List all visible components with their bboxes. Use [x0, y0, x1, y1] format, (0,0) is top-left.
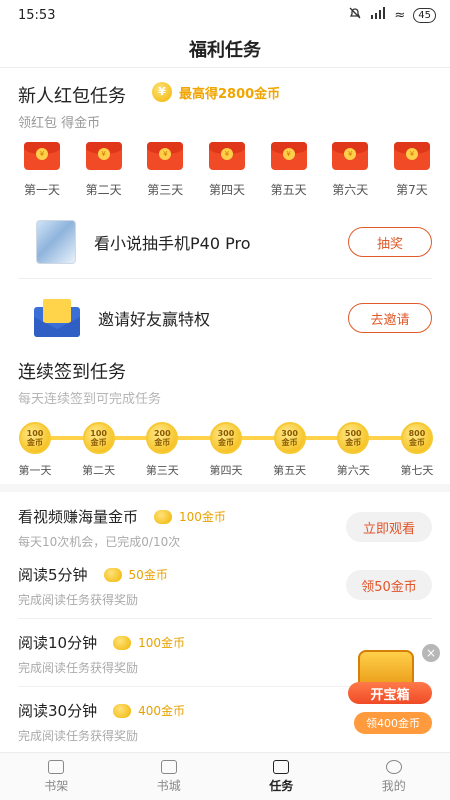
coin-icon — [113, 635, 132, 650]
red-packet-icon: ¥ — [24, 142, 60, 170]
task-title: 看视频赚海量金币 — [18, 508, 139, 526]
task-reward: 100金币 — [113, 634, 185, 651]
coin-icon — [113, 703, 132, 718]
lottery-button[interactable]: 抽奖 — [348, 227, 432, 257]
signal-icon — [370, 7, 386, 23]
signin-day[interactable]: 200 金币第三天 — [137, 422, 187, 478]
signin-day-label: 第三天 — [145, 464, 179, 477]
newbie-subtitle: 领红包 得金币 — [18, 116, 101, 131]
invite-button[interactable]: 去邀请 — [348, 303, 432, 333]
invite-row: 邀请好友赢特权 去邀请 — [18, 288, 432, 348]
red-packet-day[interactable]: ¥ 第三天 — [137, 142, 193, 198]
signin-coin-icon: 200 金币 — [146, 422, 179, 454]
signin-coin-icon: 300 金币 — [209, 422, 242, 454]
red-packet-day[interactable]: ¥ 第五天 — [261, 142, 317, 198]
task-title: 阅读30分钟 — [18, 702, 98, 720]
red-packet-day[interactable]: ¥ 第六天 — [322, 142, 378, 198]
red-packet-row: ¥ 第一天 ¥ 第二天 ¥ 第三天 ¥ 第四天 ¥ 第五天 ¥ 第六天 ¥ 第7天 — [14, 142, 440, 198]
red-packet-day-label: 第六天 — [332, 183, 369, 197]
red-packet-day[interactable]: ¥ 第二天 — [76, 142, 132, 198]
bookstore-icon — [160, 759, 177, 774]
red-packet-day-label: 第7天 — [396, 183, 428, 197]
signin-day-label: 第六天 — [336, 464, 370, 477]
phone-lottery-text: 看小说抽手机P40 Pro — [94, 234, 251, 253]
signin-day-label: 第一天 — [18, 464, 52, 477]
signin-coin-icon: 500 金币 — [337, 422, 370, 454]
battery-icon: 45 — [413, 7, 436, 23]
open-chest-label: 开宝箱 — [348, 682, 432, 704]
close-icon[interactable]: × — [422, 644, 440, 662]
status-bar: 15:53 ≈ 45 — [0, 0, 450, 30]
signin-coin-icon: 100 金币 — [82, 422, 115, 454]
signin-day-label: 第五天 — [273, 464, 307, 477]
signin-day[interactable]: 100 金币第二天 — [74, 422, 124, 478]
wifi-icon: ≈ — [394, 7, 406, 23]
status-time: 15:53 — [18, 7, 56, 23]
divider — [18, 278, 432, 279]
signin-day[interactable]: 300 金币第五天 — [265, 422, 315, 478]
profile-icon — [385, 759, 402, 774]
max-reward-badge: ¥ 最高得2800金币 — [152, 82, 280, 102]
page-title: 福利任务 — [0, 30, 450, 68]
signin-day[interactable]: 500 金币第六天 — [328, 422, 378, 478]
signin-day[interactable]: 800 金币第七天 — [392, 422, 442, 478]
signin-coin-icon: 800 金币 — [400, 422, 433, 454]
red-packet-day-label: 第四天 — [208, 183, 245, 197]
invite-text: 邀请好友赢特权 — [98, 310, 211, 329]
claim-400-pill[interactable]: 领400金币 — [354, 712, 432, 734]
task-title: 阅读10分钟 — [18, 634, 98, 652]
envelope-icon — [34, 299, 80, 337]
section-divider — [0, 484, 450, 492]
signin-day-label: 第四天 — [209, 464, 243, 477]
signin-coin-icon: 100 金币 — [19, 422, 51, 454]
task-title: 阅读5分钟 — [18, 566, 88, 584]
coin-icon: ¥ — [152, 82, 172, 102]
max-reward-text: 最高得2800金币 — [179, 86, 281, 102]
mute-icon — [348, 6, 362, 24]
red-packet-icon: ¥ — [332, 142, 369, 170]
signin-day[interactable]: 300 金币第四天 — [201, 422, 251, 478]
red-packet-icon: ¥ — [393, 142, 430, 170]
claim-50-button[interactable]: 领50金币 — [346, 570, 432, 600]
red-packet-icon: ¥ — [85, 142, 122, 170]
red-packet-icon: ¥ — [270, 142, 307, 170]
signin-day[interactable]: 100 金币第一天 — [10, 422, 60, 478]
signin-coin-icon: 300 金币 — [273, 422, 306, 454]
task-item-read-5: 阅读5分钟 50金币 完成阅读任务获得奖励 领50金币 — [18, 564, 432, 608]
red-packet-day-label: 第五天 — [270, 183, 307, 197]
red-packet-day-label: 第一天 — [23, 183, 60, 197]
tab-bookshelf[interactable]: 书架 — [16, 759, 96, 794]
task-item-video: 看视频赚海量金币 100金币 每天10次机会，已完成0/10次 立即观看 — [18, 506, 432, 550]
red-packet-icon: ¥ — [208, 142, 245, 170]
tab-bookstore[interactable]: 书城 — [129, 759, 209, 794]
red-packet-day-label: 第二天 — [85, 183, 122, 197]
watch-now-button[interactable]: 立即观看 — [346, 512, 432, 542]
bottom-tab-bar: 书架 书城 任务 我的 — [0, 752, 450, 800]
status-icons: ≈ 45 — [348, 6, 436, 24]
coin-icon — [103, 567, 122, 582]
tab-tasks[interactable]: 任务 — [241, 759, 321, 794]
phone-image — [36, 220, 76, 264]
signin-row: 100 金币第一天 100 金币第二天 200 金币第三天 300 金币第四天 300 金… — [10, 422, 442, 478]
phone-lottery-row: 看小说抽手机P40 Pro 抽奖 — [18, 212, 432, 272]
red-packet-icon: ¥ — [147, 142, 184, 170]
signin-subtitle: 每天连续签到可完成任务 — [18, 392, 162, 407]
red-packet-day[interactable]: ¥ 第7天 — [384, 142, 440, 198]
task-reward: 400金币 — [113, 702, 185, 719]
tab-mine[interactable]: 我的 — [354, 759, 434, 794]
task-reward: 50金币 — [103, 566, 168, 583]
treasure-chest-widget[interactable]: 开宝箱 领400金币 × — [348, 644, 440, 736]
bookshelf-icon — [48, 759, 65, 774]
signin-day-label: 第七天 — [400, 464, 434, 477]
signin-task-title: 连续签到任务 — [18, 362, 126, 383]
task-reward: 100金币 — [154, 508, 226, 525]
tasks-icon — [273, 759, 290, 774]
red-packet-day[interactable]: ¥ 第四天 — [199, 142, 255, 198]
red-packet-day-label: 第三天 — [147, 183, 184, 197]
coin-icon — [154, 509, 173, 524]
red-packet-day[interactable]: ¥ 第一天 — [14, 142, 70, 198]
newbie-task-title: 新人红包任务 — [18, 86, 126, 107]
signin-day-label: 第二天 — [82, 464, 116, 477]
divider — [18, 618, 432, 619]
